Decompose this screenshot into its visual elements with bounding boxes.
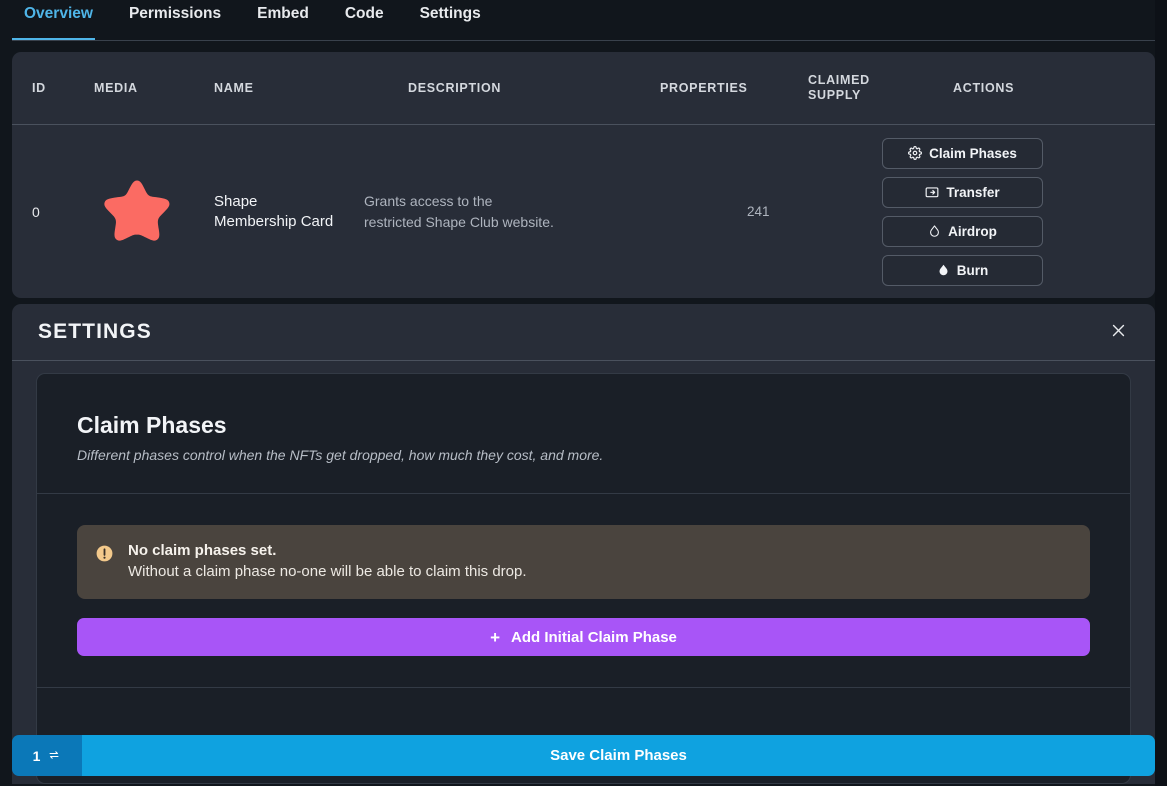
tab-code[interactable]: Code: [327, 0, 402, 40]
tab-embed[interactable]: Embed: [239, 0, 327, 40]
claimed-supply-line-2: SUPPLY: [808, 88, 883, 103]
droplet-filled-icon: [937, 263, 950, 277]
add-initial-claim-phase-button[interactable]: + Add Initial Claim Phase: [77, 618, 1090, 656]
cell-description: Grants access to the restricted Shape Cl…: [364, 191, 589, 233]
droplet-outline-icon: [928, 224, 941, 238]
cell-id: 0: [32, 204, 94, 220]
close-icon: [1110, 322, 1127, 342]
close-settings-button[interactable]: [1103, 317, 1133, 347]
burn-button-label: Burn: [957, 263, 989, 278]
gear-icon: [908, 146, 922, 160]
tab-overview[interactable]: Overview: [12, 0, 111, 40]
add-initial-claim-phase-label: Add Initial Claim Phase: [511, 629, 677, 646]
burn-button[interactable]: Burn: [882, 255, 1043, 286]
claimed-supply-line-1: CLAIMED: [808, 73, 883, 88]
claim-phases-card: Claim Phases Different phases control wh…: [36, 373, 1131, 784]
tab-permissions[interactable]: Permissions: [111, 0, 239, 40]
claim-phases-button-label: Claim Phases: [929, 146, 1017, 161]
cell-name: Shape Membership Card: [214, 192, 364, 232]
table-header-row: ID MEDIA NAME DESCRIPTION PROPERTIES CLA…: [12, 52, 1155, 125]
nft-description-line-1: Grants access to the: [364, 191, 589, 212]
no-claim-phases-alert: No claim phases set. Without a claim pha…: [77, 525, 1090, 599]
column-header-media: MEDIA: [94, 81, 214, 95]
claim-phases-header: Claim Phases Different phases control wh…: [37, 374, 1130, 493]
alert-body: Without a claim phase no-one will be abl…: [128, 563, 527, 580]
column-header-claimed-supply: CLAIMED SUPPLY: [808, 73, 953, 103]
claim-phases-title: Claim Phases: [77, 412, 1090, 439]
settings-panel: SETTINGS Claim Phases Different phases c…: [12, 304, 1155, 784]
swap-arrows-icon: [47, 748, 61, 764]
settings-body: Claim Phases Different phases control wh…: [12, 361, 1155, 784]
tab-bar: Overview Permissions Embed Code Settings: [0, 0, 1167, 41]
column-header-properties: PROPERTIES: [660, 81, 808, 95]
cell-media: [94, 169, 214, 255]
alert-heading: No claim phases set.: [128, 542, 527, 559]
network-switch-button[interactable]: 1: [12, 735, 82, 776]
cell-claimed-supply: 241: [737, 204, 882, 219]
transfer-button-label: Transfer: [946, 185, 999, 200]
nft-description-line-2: restricted Shape Club website.: [364, 212, 589, 233]
warning-circle-icon: [95, 544, 114, 568]
airdrop-button[interactable]: Airdrop: [882, 216, 1043, 247]
transfer-button[interactable]: Transfer: [882, 177, 1043, 208]
transfer-icon: [925, 185, 939, 199]
claim-phases-button[interactable]: Claim Phases: [882, 138, 1043, 169]
save-claim-phases-button[interactable]: Save Claim Phases: [82, 735, 1155, 776]
star-icon: [94, 169, 180, 255]
claim-phases-footer: [37, 687, 1130, 729]
tab-settings[interactable]: Settings: [402, 0, 499, 40]
claim-phases-content: No claim phases set. Without a claim pha…: [37, 494, 1130, 687]
column-header-name: NAME: [214, 81, 408, 95]
settings-title: SETTINGS: [38, 320, 152, 344]
cell-actions: Claim Phases Transfer Airdrop: [882, 138, 1065, 286]
nft-name-line-1: Shape: [214, 192, 364, 212]
vertical-scrollbar[interactable]: [1155, 0, 1167, 786]
nft-table: ID MEDIA NAME DESCRIPTION PROPERTIES CLA…: [12, 52, 1155, 298]
column-header-description: DESCRIPTION: [408, 81, 660, 95]
settings-header: SETTINGS: [12, 304, 1155, 361]
airdrop-button-label: Airdrop: [948, 224, 997, 239]
save-bar: 1 Save Claim Phases: [12, 735, 1155, 776]
plus-icon: +: [490, 629, 500, 646]
nft-name-line-2: Membership Card: [214, 212, 364, 232]
column-header-id: ID: [32, 81, 94, 95]
alert-text-wrap: No claim phases set. Without a claim pha…: [128, 542, 527, 580]
network-count: 1: [33, 748, 41, 764]
claim-phases-subtitle: Different phases control when the NFTs g…: [77, 447, 1090, 463]
column-header-actions: ACTIONS: [953, 81, 1155, 95]
table-row: 0 Shape Membership Card Grants access to…: [12, 125, 1155, 298]
